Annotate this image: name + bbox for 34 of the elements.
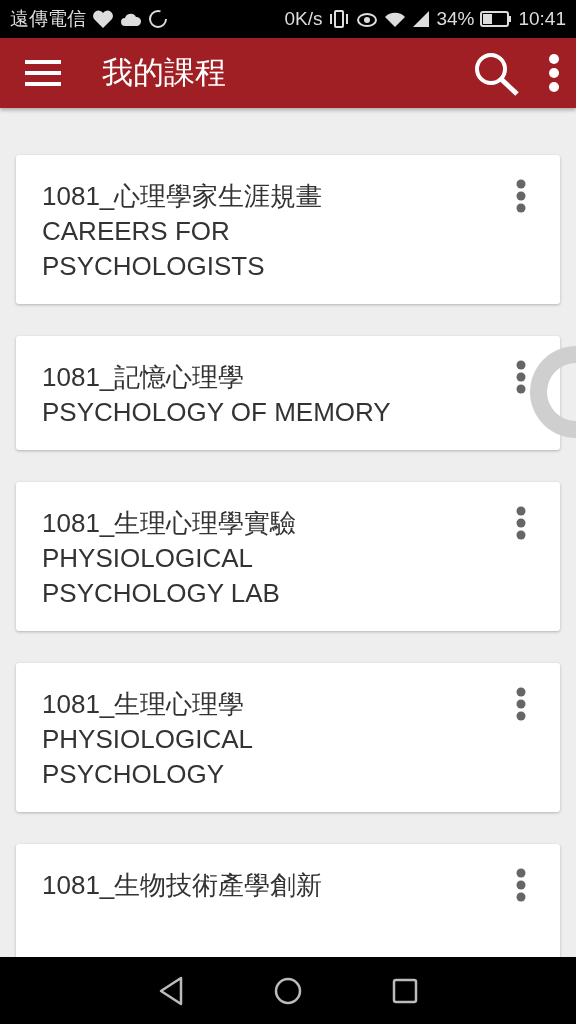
course-card[interactable]: 1081_生物技術產學創新 [16, 844, 560, 957]
network-speed: 0K/s [284, 6, 323, 31]
search-icon[interactable] [472, 50, 520, 96]
clock-time: 10:41 [518, 6, 566, 31]
app-title: 我的課程 [102, 53, 226, 92]
wifi-icon [384, 10, 407, 28]
course-name: 1081_記憶心理學 PSYCHOLOGY OF MEMORY [42, 361, 391, 429]
more-icon[interactable] [516, 868, 526, 902]
carrier-name: 遠傳電信 [10, 6, 86, 31]
course-name: 1081_生物技術產學創新 [42, 869, 323, 902]
home-icon[interactable] [274, 976, 302, 1005]
heart-icon [92, 9, 114, 29]
menu-icon[interactable] [24, 58, 62, 88]
vibrate-icon [328, 9, 351, 29]
course-card[interactable]: 1081_心理學家生涯規畫 CAREERS FOR PSYCHOLOGISTS [16, 155, 560, 304]
more-icon[interactable] [516, 506, 526, 540]
signal-icon [412, 10, 431, 28]
course-name: 1081_生理心理學 PHYSIOLOGICAL PSYCHOLOGY [42, 688, 253, 791]
more-icon[interactable] [516, 687, 526, 721]
more-icon[interactable] [516, 360, 526, 394]
course-card[interactable]: 1081_生理心理學 PHYSIOLOGICAL PSYCHOLOGY [16, 663, 560, 812]
recents-icon[interactable] [392, 977, 418, 1004]
eye-icon [356, 10, 379, 28]
course-card[interactable]: 1081_記憶心理學 PSYCHOLOGY OF MEMORY [16, 336, 560, 450]
battery-percent: 34% [436, 6, 475, 31]
course-name: 1081_心理學家生涯規畫 CAREERS FOR PSYCHOLOGISTS [42, 180, 323, 283]
sync-icon [148, 9, 168, 29]
course-card[interactable]: 1081_生理心理學實驗 PHYSIOLOGICAL PSYCHOLOGY LAB [16, 482, 560, 631]
more-icon[interactable] [548, 54, 560, 92]
course-name: 1081_生理心理學實驗 PHYSIOLOGICAL PSYCHOLOGY LAB [42, 507, 297, 610]
battery-icon [480, 10, 513, 28]
more-icon[interactable] [516, 179, 526, 213]
back-icon[interactable] [158, 975, 184, 1006]
cloud-icon [120, 11, 142, 27]
